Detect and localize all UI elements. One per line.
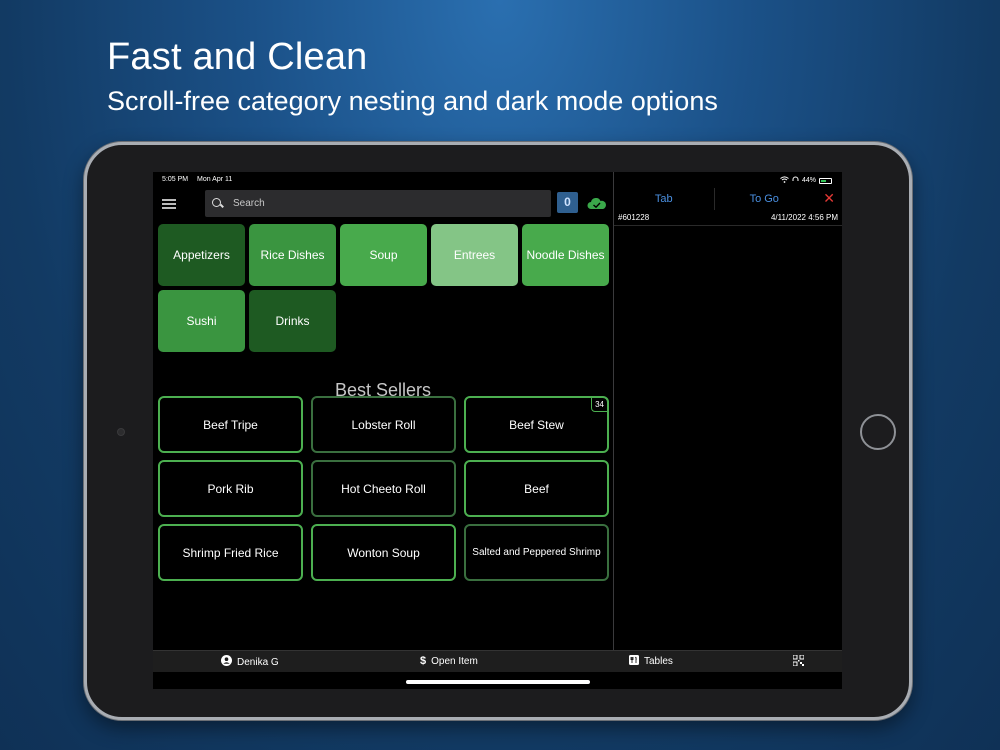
battery-icon bbox=[819, 177, 832, 184]
tables-label: Tables bbox=[644, 656, 673, 667]
tab-tab[interactable]: Tab bbox=[614, 188, 715, 210]
category-entrees[interactable]: Entrees bbox=[431, 224, 518, 286]
menu-item-button[interactable]: Shrimp Fried Rice bbox=[158, 524, 303, 581]
category-noodle-dishes[interactable]: Noodle Dishes bbox=[522, 224, 609, 286]
menu-item-button[interactable]: Beef Stew 34 bbox=[464, 396, 609, 453]
wifi-icon bbox=[780, 176, 789, 185]
camera-icon bbox=[117, 428, 125, 436]
item-count-badge: 34 bbox=[591, 397, 608, 412]
bottom-toolbar: Denika G $ Open Item Tables bbox=[153, 650, 842, 672]
marketing-headline: Fast and Clean bbox=[107, 36, 368, 78]
order-id: #601228 bbox=[618, 213, 650, 222]
status-date: Mon Apr 11 bbox=[197, 176, 233, 183]
menu-item-button[interactable]: Lobster Roll bbox=[311, 396, 456, 453]
category-rice-dishes[interactable]: Rice Dishes bbox=[249, 224, 336, 286]
order-type-tabs: Tab To Go bbox=[614, 188, 842, 210]
menu-item-label: Shrimp Fried Rice bbox=[182, 545, 279, 560]
open-item-label: Open Item bbox=[431, 655, 478, 667]
user-button[interactable]: Denika G bbox=[221, 655, 279, 669]
hamburger-menu-icon[interactable] bbox=[162, 199, 176, 209]
home-indicator bbox=[406, 680, 590, 684]
category-sushi[interactable]: Sushi bbox=[158, 290, 245, 352]
menu-item-button[interactable]: Beef bbox=[464, 460, 609, 517]
category-drinks[interactable]: Drinks bbox=[249, 290, 336, 352]
menu-item-label: Beef Tripe bbox=[203, 417, 258, 432]
qr-code-button[interactable] bbox=[792, 654, 805, 669]
search-bar[interactable] bbox=[205, 190, 551, 217]
user-name: Denika G bbox=[237, 656, 279, 668]
pos-screen: 5:05 PM Mon Apr 11 44% 0 Appetizers Rice… bbox=[153, 172, 842, 689]
cloud-sync-icon[interactable] bbox=[587, 197, 607, 209]
menu-item-label: Beef Stew bbox=[509, 417, 564, 432]
menu-item-button[interactable]: Beef Tripe bbox=[158, 396, 303, 453]
home-button[interactable] bbox=[860, 414, 896, 450]
search-input[interactable] bbox=[233, 198, 533, 209]
menu-item-label: Hot Cheeto Roll bbox=[341, 481, 426, 496]
menu-item-button[interactable]: Hot Cheeto Roll bbox=[311, 460, 456, 517]
menu-pane: 0 Appetizers Rice Dishes Soup Entrees No… bbox=[153, 188, 613, 650]
category-appetizers[interactable]: Appetizers bbox=[158, 224, 245, 286]
order-count-badge[interactable]: 0 bbox=[557, 192, 578, 213]
user-icon bbox=[221, 655, 232, 669]
status-indicators: 44% bbox=[780, 176, 832, 185]
search-icon bbox=[212, 197, 224, 210]
menu-item-label: Salted and Peppered Shrimp bbox=[472, 547, 601, 558]
menu-item-label: Lobster Roll bbox=[351, 417, 416, 432]
tables-button[interactable]: Tables bbox=[629, 655, 673, 668]
status-time: 5:05 PM bbox=[162, 176, 189, 183]
menu-item-label: Wonton Soup bbox=[347, 545, 420, 560]
status-bar: 5:05 PM Mon Apr 11 44% bbox=[153, 172, 842, 188]
menu-item-button[interactable]: Wonton Soup bbox=[311, 524, 456, 581]
open-item-button[interactable]: $ Open Item bbox=[420, 655, 478, 667]
category-soup[interactable]: Soup bbox=[340, 224, 427, 286]
headphones-icon bbox=[792, 176, 799, 185]
dollar-icon: $ bbox=[420, 655, 427, 667]
menu-item-button[interactable]: Pork Rib bbox=[158, 460, 303, 517]
menu-item-label: Beef bbox=[524, 481, 549, 496]
battery-percent: 44% bbox=[801, 177, 816, 184]
tables-icon bbox=[629, 655, 639, 668]
marketing-subheadline: Scroll-free category nesting and dark mo… bbox=[107, 86, 718, 116]
qr-code-icon bbox=[792, 654, 805, 669]
order-datetime: 4/11/2022 4:56 PM bbox=[770, 213, 838, 222]
menu-item-button[interactable]: Salted and Peppered Shrimp bbox=[464, 524, 609, 581]
order-pane: Tab To Go ✕ #601228 4/11/2022 4:56 PM bbox=[614, 188, 842, 650]
order-header-row[interactable]: #601228 4/11/2022 4:56 PM bbox=[614, 212, 842, 226]
menu-item-label: Pork Rib bbox=[207, 481, 254, 496]
close-icon[interactable]: ✕ bbox=[823, 190, 835, 207]
tab-to-go[interactable]: To Go bbox=[715, 188, 815, 210]
